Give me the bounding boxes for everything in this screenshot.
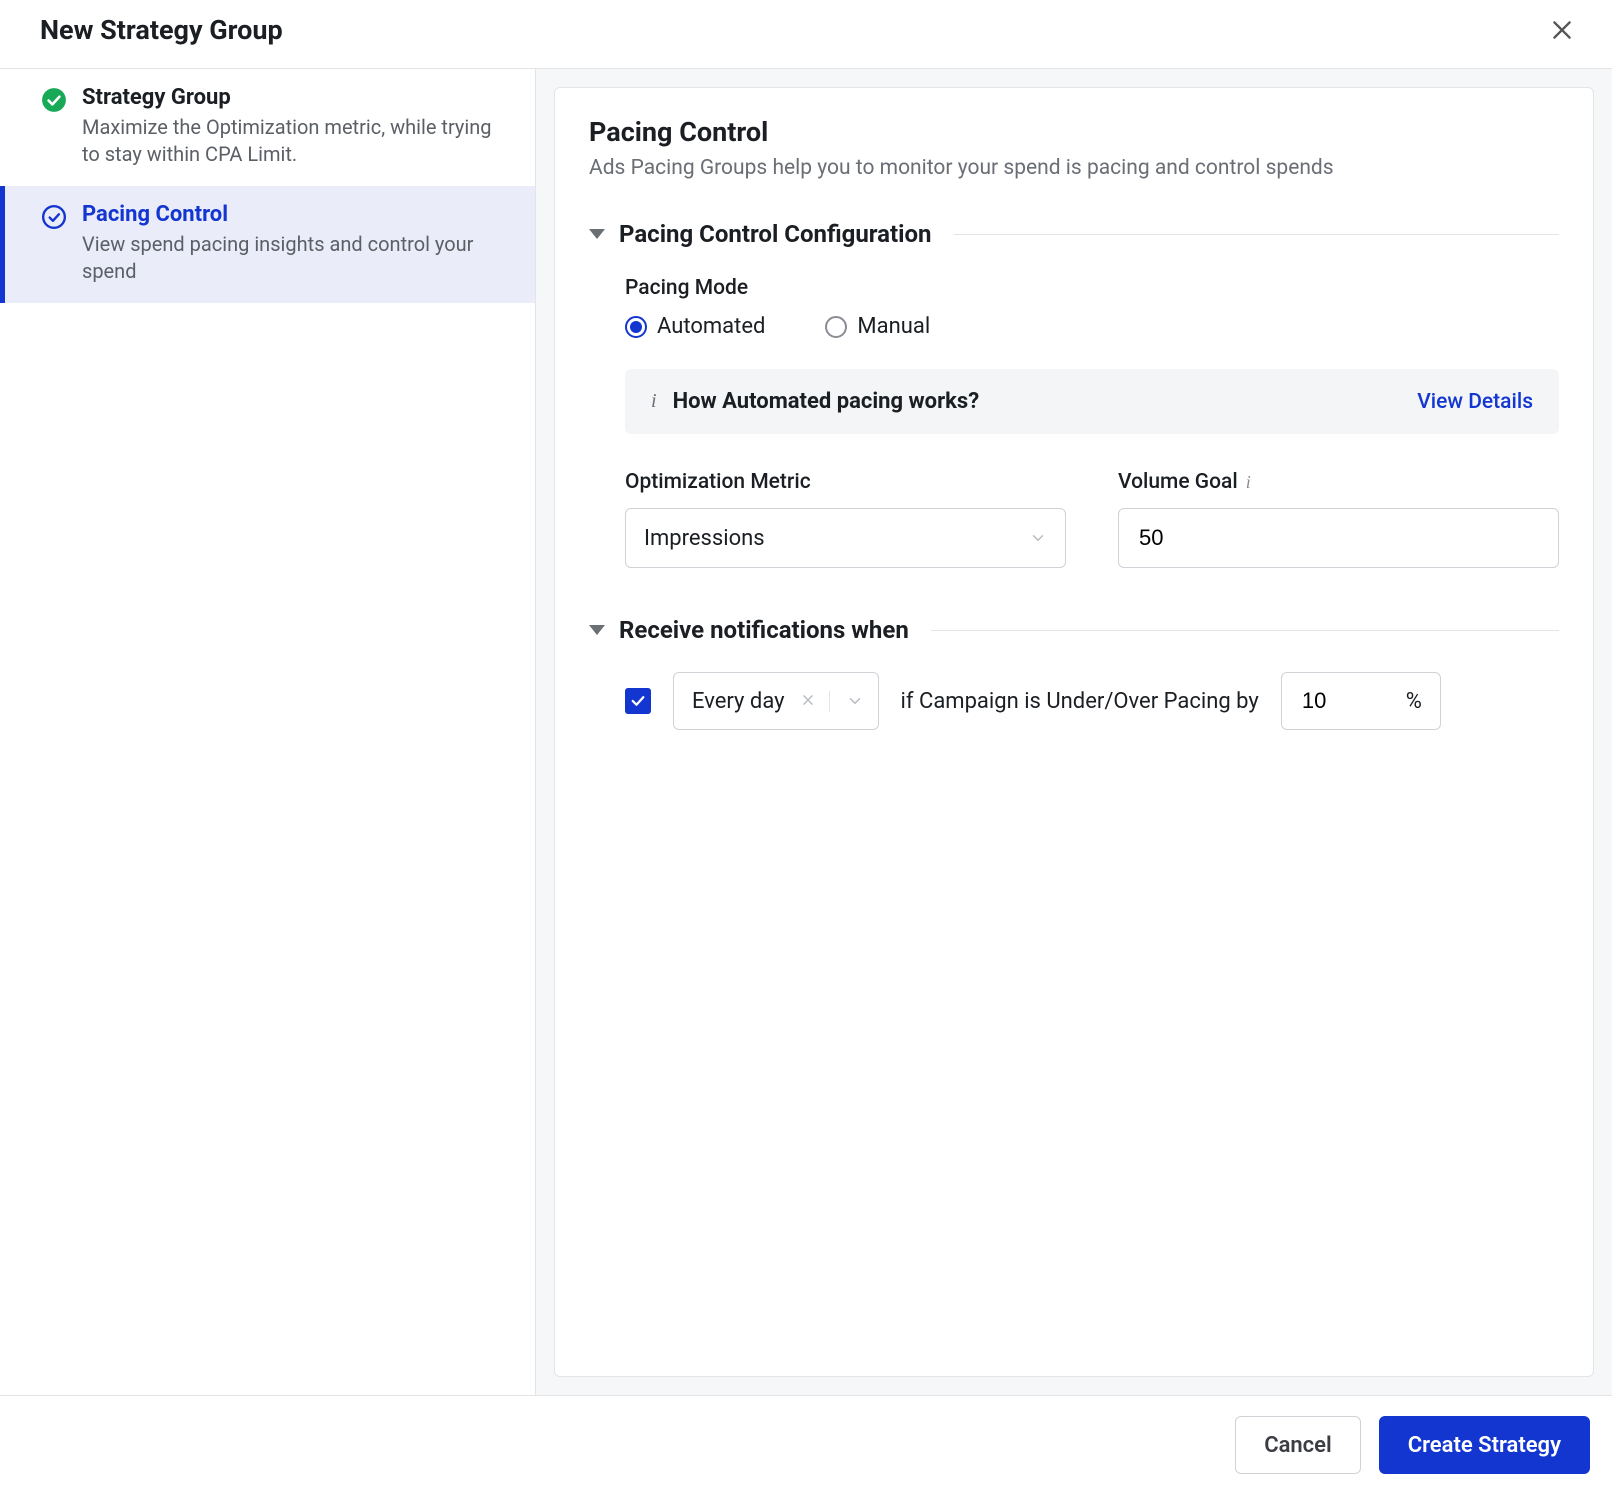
- banner-title: How Automated pacing works?: [673, 389, 980, 414]
- check-icon: [629, 692, 647, 710]
- radio-dot-icon: [625, 316, 647, 338]
- info-icon: i: [651, 390, 657, 413]
- pacing-mode-radio-group: Automated Manual: [625, 314, 1559, 339]
- radio-label: Manual: [857, 314, 930, 339]
- section-pacing-config: Pacing Control Configuration Pacing Mode…: [589, 220, 1559, 568]
- step-strategy-group[interactable]: Strategy Group Maximize the Optimization…: [0, 69, 535, 186]
- step-pacing-control[interactable]: Pacing Control View spend pacing insight…: [0, 186, 535, 303]
- notification-rule-row: Every day if Campaign is Under/Over Paci…: [625, 672, 1559, 730]
- step-desc: Maximize the Optimization metric, while …: [82, 114, 502, 168]
- info-icon[interactable]: i: [1246, 472, 1251, 493]
- modal-footer: Cancel Create Strategy: [0, 1395, 1612, 1494]
- main-area: Pacing Control Ads Pacing Groups help yo…: [536, 69, 1612, 1395]
- caret-down-icon: [589, 625, 605, 635]
- step-desc: View spend pacing insights and control y…: [82, 231, 502, 285]
- divider: [931, 630, 1559, 631]
- info-banner: i How Automated pacing works? View Detai…: [625, 369, 1559, 434]
- button-label: Create Strategy: [1408, 1433, 1561, 1458]
- select-value: Every day: [692, 689, 785, 714]
- step-title: Pacing Control: [82, 202, 502, 227]
- button-label: Cancel: [1264, 1433, 1332, 1458]
- step-complete-icon: [40, 87, 68, 115]
- notification-condition-text: if Campaign is Under/Over Pacing by: [901, 689, 1259, 714]
- optimization-metric-select[interactable]: Impressions: [625, 508, 1066, 568]
- pacing-mode-label: Pacing Mode: [625, 276, 1559, 300]
- volume-goal-label-text: Volume Goal: [1118, 470, 1238, 494]
- chevron-down-icon: [846, 692, 864, 710]
- section-header-toggle[interactable]: Receive notifications when: [589, 616, 1559, 644]
- select-value: Impressions: [644, 526, 765, 551]
- config-form-row: Optimization Metric Impressions Volume G…: [625, 470, 1559, 568]
- radio-dot-icon: [825, 316, 847, 338]
- volume-goal-label: Volume Goal i: [1118, 470, 1559, 494]
- close-icon: [1549, 17, 1575, 43]
- view-details-link[interactable]: View Details: [1417, 390, 1533, 414]
- cancel-button[interactable]: Cancel: [1235, 1416, 1361, 1474]
- notification-enabled-checkbox[interactable]: [625, 688, 651, 714]
- check-circle-icon: [41, 87, 67, 113]
- radio-automated[interactable]: Automated: [625, 314, 765, 339]
- section-notifications: Receive notifications when Every day: [589, 616, 1559, 730]
- radio-manual[interactable]: Manual: [825, 314, 930, 339]
- pacing-threshold-input-wrapper: %: [1281, 672, 1441, 730]
- caret-down-icon: [589, 229, 605, 239]
- modal-header: New Strategy Group: [0, 0, 1612, 69]
- optimization-metric-label: Optimization Metric: [625, 470, 1066, 494]
- volume-goal-input-wrapper: [1118, 508, 1559, 568]
- modal-title: New Strategy Group: [40, 14, 283, 46]
- progress-circle-icon: [41, 204, 67, 230]
- create-strategy-button[interactable]: Create Strategy: [1379, 1416, 1590, 1474]
- radio-label: Automated: [657, 314, 765, 339]
- section-title: Receive notifications when: [619, 616, 909, 644]
- notification-frequency-select[interactable]: Every day: [673, 672, 879, 730]
- step-current-icon: [40, 204, 68, 232]
- steps-sidebar: Strategy Group Maximize the Optimization…: [0, 69, 536, 1395]
- page-title: Pacing Control: [589, 116, 1559, 148]
- volume-goal-input[interactable]: [1137, 509, 1540, 567]
- page-subtitle: Ads Pacing Groups help you to monitor yo…: [589, 156, 1559, 180]
- modal-body: Strategy Group Maximize the Optimization…: [0, 69, 1612, 1395]
- section-header-toggle[interactable]: Pacing Control Configuration: [589, 220, 1559, 248]
- chevron-down-icon: [1029, 529, 1047, 547]
- percent-unit: %: [1406, 689, 1422, 714]
- step-title: Strategy Group: [82, 85, 502, 110]
- x-icon: [801, 693, 815, 707]
- pacing-threshold-input[interactable]: [1300, 687, 1360, 715]
- close-button[interactable]: [1546, 14, 1578, 46]
- section-title: Pacing Control Configuration: [619, 220, 932, 248]
- clear-icon[interactable]: [801, 691, 830, 712]
- content-card: Pacing Control Ads Pacing Groups help yo…: [554, 87, 1594, 1377]
- divider: [954, 234, 1560, 235]
